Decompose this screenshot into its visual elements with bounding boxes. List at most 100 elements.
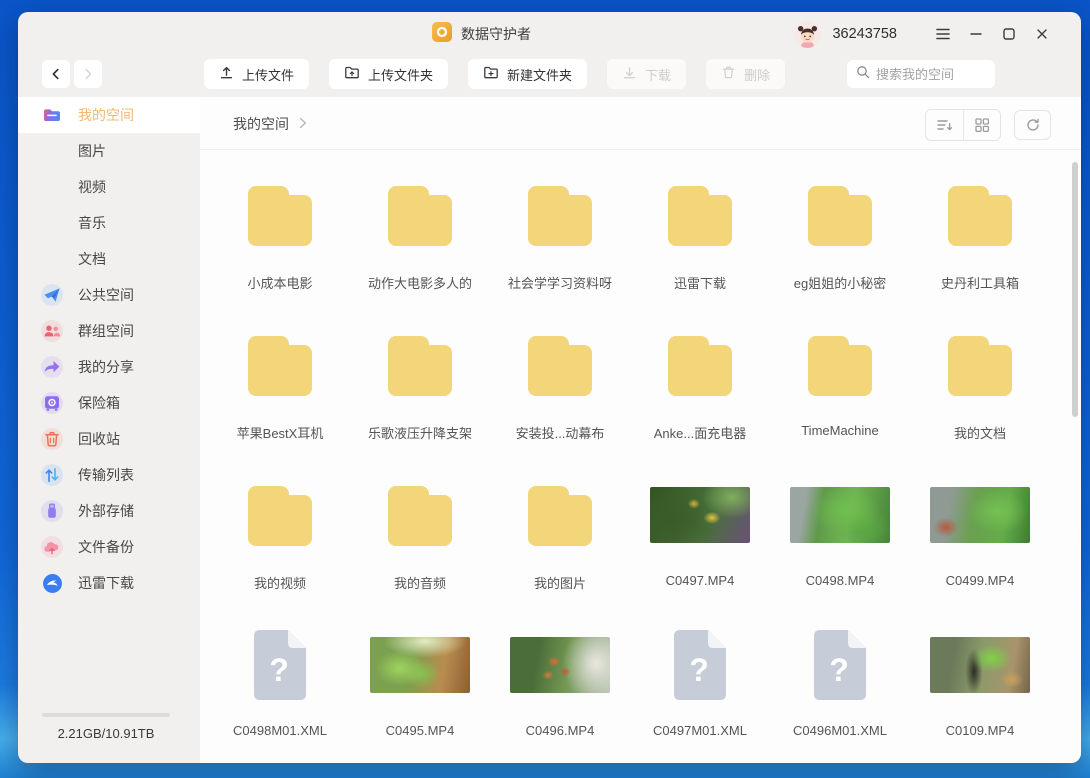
delete-label: 删除 bbox=[744, 65, 770, 84]
sidebar-item-label: 传输列表 bbox=[78, 465, 134, 485]
sidebar-item-label: 视频 bbox=[78, 177, 106, 197]
recycle-trash-icon bbox=[41, 428, 63, 450]
sidebar-item-public-space[interactable]: 公共空间 bbox=[18, 277, 200, 313]
grid-item-folder[interactable]: 我的图片 bbox=[490, 450, 630, 600]
folder-icon bbox=[805, 184, 875, 246]
download-label: 下载 bbox=[645, 65, 671, 84]
folder-upload-icon bbox=[344, 65, 360, 83]
thunder-icon bbox=[41, 572, 63, 594]
grid-item-xml[interactable]: ? C0497M01.XML bbox=[630, 600, 770, 750]
grid-item-folder[interactable]: 社会学学习资料呀 bbox=[490, 150, 630, 300]
sidebar-item-thunder-download[interactable]: 迅雷下载 bbox=[18, 565, 200, 601]
grid-item-folder[interactable]: 动作大电影多人的 bbox=[350, 150, 490, 300]
grid-item-video[interactable]: C0499.MP4 bbox=[910, 450, 1050, 600]
file-name: 我的文档 bbox=[954, 423, 1006, 442]
file-name: Anke...面充电器 bbox=[654, 423, 746, 442]
grid-item-folder[interactable]: 乐歌液压升降支架 bbox=[350, 300, 490, 450]
breadcrumb[interactable]: 我的空间 bbox=[233, 114, 289, 134]
new-folder-label: 新建文件夹 bbox=[507, 65, 572, 84]
grid-item-folder[interactable]: eg姐姐的小秘密 bbox=[770, 150, 910, 300]
grid-item-folder[interactable]: Anke...面充电器 bbox=[630, 300, 770, 450]
sidebar-item-label: 图片 bbox=[78, 141, 106, 161]
upload-folder-label: 上传文件夹 bbox=[368, 65, 433, 84]
upload-folder-button[interactable]: 上传文件夹 bbox=[329, 59, 448, 89]
grid-view-button[interactable] bbox=[963, 110, 1000, 140]
sidebar-item-external-storage[interactable]: 外部存储 bbox=[18, 493, 200, 529]
breadcrumb-bar: 我的空间 bbox=[200, 97, 1081, 150]
file-name: C0497M01.XML bbox=[653, 723, 747, 738]
myspace-folder-icon bbox=[41, 104, 63, 126]
folder-icon bbox=[665, 184, 735, 246]
upload-icon bbox=[219, 65, 234, 83]
upload-file-button[interactable]: 上传文件 bbox=[204, 59, 309, 89]
grid-item-folder[interactable]: 我的视频 bbox=[210, 450, 350, 600]
svg-text:?: ? bbox=[689, 652, 709, 688]
video-thumbnail bbox=[930, 487, 1030, 543]
grid-item-folder[interactable]: 迅雷下载 bbox=[630, 150, 770, 300]
storage-meter: 2.21GB/10.91TB bbox=[42, 713, 170, 741]
grid-item-video[interactable]: C0109.MP4 bbox=[910, 600, 1050, 750]
grid-item-folder[interactable]: 我的文档 bbox=[910, 300, 1050, 450]
sidebar-item-file-backup[interactable]: 文件备份 bbox=[18, 529, 200, 565]
grid-item-folder[interactable]: TimeMachine bbox=[770, 300, 910, 450]
menu-icon[interactable] bbox=[929, 21, 956, 48]
sidebar-item-label: 文档 bbox=[78, 249, 106, 269]
minimize-button[interactable] bbox=[962, 21, 989, 48]
sidebar-item-documents[interactable]: 文档 bbox=[18, 241, 200, 277]
sidebar-item-my-shares[interactable]: 我的分享 bbox=[18, 349, 200, 385]
folder-icon bbox=[525, 334, 595, 396]
grid-item-folder[interactable]: 史丹利工具箱 bbox=[910, 150, 1050, 300]
sidebar-item-label: 外部存储 bbox=[78, 501, 134, 521]
sidebar-item-label: 群组空间 bbox=[78, 321, 134, 341]
sidebar-item-label: 音乐 bbox=[78, 213, 106, 233]
grid-item-video[interactable]: C0497.MP4 bbox=[630, 450, 770, 600]
close-button[interactable] bbox=[1028, 21, 1055, 48]
paper-plane-icon bbox=[41, 284, 63, 306]
back-button[interactable] bbox=[42, 60, 70, 88]
sidebar-item-safe-box[interactable]: 保险箱 bbox=[18, 385, 200, 421]
folder-plus-icon bbox=[483, 65, 499, 83]
grid-item-video[interactable]: C0498.MP4 bbox=[770, 450, 910, 600]
sidebar-item-music[interactable]: 音乐 bbox=[18, 205, 200, 241]
file-name: 我的图片 bbox=[534, 573, 586, 592]
sort-button[interactable] bbox=[926, 110, 963, 140]
content-area: 我的空间 小成本电影动作大电影多人的社会学学习资料呀迅雷下载eg姐姐的小秘密史丹… bbox=[200, 97, 1081, 763]
grid-item-xml[interactable]: ?C0496M01.XML bbox=[770, 600, 910, 750]
user-avatar[interactable] bbox=[794, 21, 821, 48]
maximize-button[interactable] bbox=[995, 21, 1022, 48]
scrollbar-thumb[interactable] bbox=[1072, 162, 1078, 417]
folder-icon bbox=[245, 484, 315, 546]
group-icon bbox=[41, 320, 63, 342]
grid-item-folder[interactable]: 苹果BestX耳机 bbox=[210, 300, 350, 450]
upload-file-label: 上传文件 bbox=[242, 65, 294, 84]
toolbar: 上传文件 上传文件夹 新建文件夹 下载 删除 bbox=[18, 59, 1081, 91]
sidebar-item-recycle-bin[interactable]: 回收站 bbox=[18, 421, 200, 457]
share-icon bbox=[41, 356, 63, 378]
sidebar-item-videos[interactable]: 视频 bbox=[18, 169, 200, 205]
file-name: C0495.MP4 bbox=[386, 723, 455, 738]
folder-icon bbox=[385, 184, 455, 246]
file-name: C0109.MP4 bbox=[946, 723, 1015, 738]
sidebar-item-transfer-list[interactable]: 传输列表 bbox=[18, 457, 200, 493]
sidebar-item-group-space[interactable]: 群组空间 bbox=[18, 313, 200, 349]
grid-item-video[interactable]: C0495.MP4 bbox=[350, 600, 490, 750]
file-name: C0496.MP4 bbox=[526, 723, 595, 738]
sidebar-item-pictures[interactable]: 图片 bbox=[18, 133, 200, 169]
refresh-button[interactable] bbox=[1014, 110, 1051, 140]
video-thumbnail bbox=[510, 637, 610, 693]
svg-text:?: ? bbox=[829, 652, 849, 688]
grid-item-video[interactable]: C0496.MP4 bbox=[490, 600, 630, 750]
sidebar-item-my-space[interactable]: 我的空间 bbox=[18, 97, 200, 133]
folder-icon bbox=[945, 184, 1015, 246]
grid-item-folder[interactable]: 小成本电影 bbox=[210, 150, 350, 300]
grid-item-folder[interactable]: 安装投...动幕布 bbox=[490, 300, 630, 450]
grid-item-xml[interactable]: ?C0498M01.XML bbox=[210, 600, 350, 750]
username: 36243758 bbox=[832, 26, 897, 42]
search-input[interactable] bbox=[876, 67, 986, 82]
folder-icon bbox=[385, 334, 455, 396]
new-folder-button[interactable]: 新建文件夹 bbox=[468, 59, 587, 89]
grid-item-folder[interactable]: 我的音频 bbox=[350, 450, 490, 600]
video-thumbnail bbox=[370, 637, 470, 693]
storage-bar bbox=[42, 713, 170, 717]
search-box[interactable] bbox=[847, 60, 995, 88]
